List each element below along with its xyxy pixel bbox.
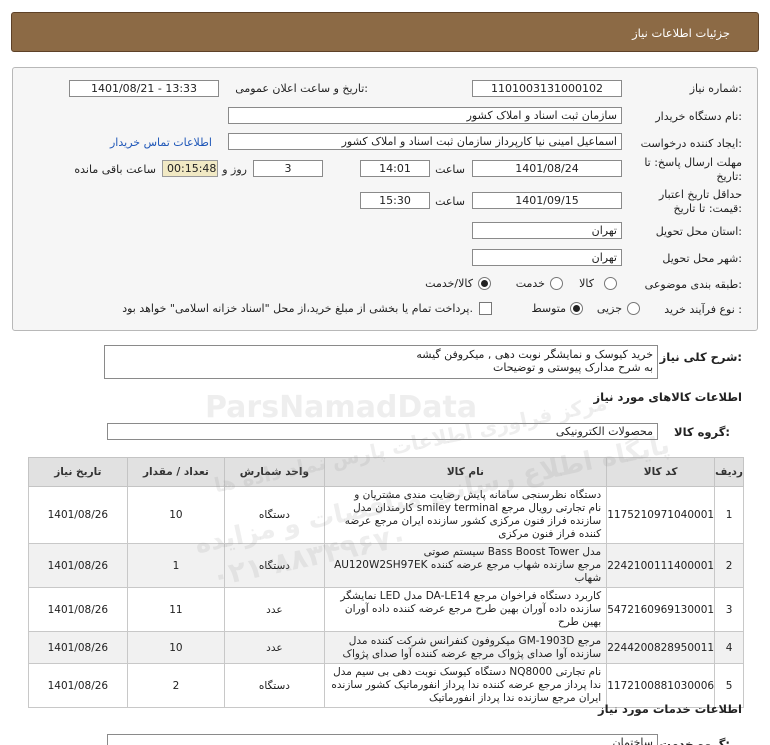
qty-cell: 1 <box>126 543 226 588</box>
goods-section-title: اطلاعات کالاهای مورد نیاز <box>593 390 742 404</box>
validity-time-field: 15:30 <box>360 192 430 209</box>
unit-cell: عدد <box>224 631 325 664</box>
item-code-cell: 1172100881030006 <box>606 663 716 708</box>
unit-cell: دستگاه <box>224 663 325 708</box>
item-name-cell: سیستم صوتی Bass Boost Tower مدل AU120W2S… <box>323 543 608 588</box>
services-section-title: اطلاعات خدمات مورد نیاز <box>598 702 742 716</box>
goods-table-header: تاریخ نیاز تعداد / مقدار واحد شمارش نام … <box>28 457 744 487</box>
remaining-time-label: ساعت باقی مانده <box>74 163 156 176</box>
table-row: 1401/08/26 1 دستگاه سیستم صوتی Bass Boos… <box>28 543 744 588</box>
deadline-time-label: ساعت <box>435 163 465 176</box>
deadline-date-field: 1401/08/24 <box>472 160 622 177</box>
description-line-1: خرید کیوسک و نمایشگر نوبت دهی , میکروفن … <box>416 348 653 361</box>
row-number-cell: 3 <box>714 587 744 632</box>
description-box: خرید کیوسک و نمایشگر نوبت دهی , میکروفن … <box>104 345 658 379</box>
days-remaining-field: 3 <box>253 160 323 177</box>
row-number-cell: 2 <box>714 543 744 588</box>
col-need-date: تاریخ نیاز <box>28 457 128 487</box>
creator-label: ایجاد کننده درخواست: <box>640 137 742 150</box>
province-label: استان محل تحویل: <box>655 225 742 238</box>
row-number-cell: 5 <box>714 663 744 708</box>
item-name-cell: دستگاه کیوسک نوبت دهی بی سیم مدل NQ8000 … <box>323 663 608 708</box>
category-radio-goods-service[interactable] <box>478 277 491 290</box>
treasury-payment-note: پرداخت تمام یا بخشی از مبلغ خرید،از محل … <box>122 302 473 315</box>
table-row: 1401/08/26 10 دستگاه دستگاه نظرسنجی ساما… <box>28 486 744 544</box>
announce-label: تاریخ و ساعت اعلان عمومی: <box>235 82 368 95</box>
item-code-cell: 5472160969130001 <box>606 587 716 632</box>
unit-cell: دستگاه <box>224 543 325 588</box>
col-row: ردیف <box>714 457 744 487</box>
qty-cell: 11 <box>126 587 226 632</box>
qty-cell: 10 <box>126 631 226 664</box>
announce-datetime-field: 1401/08/21 - 13:33 <box>69 80 219 97</box>
process-option-minor: جزیی <box>596 302 622 315</box>
qty-cell: 2 <box>126 663 226 708</box>
item-code-cell: 2244200828950011 <box>606 631 716 664</box>
category-label: طبقه بندی موضوعی: <box>644 278 742 291</box>
category-option-service: خدمت <box>515 277 545 290</box>
process-radio-medium[interactable] <box>570 302 583 315</box>
buyer-label: نام دستگاه خریدار: <box>655 110 742 123</box>
item-code-cell: 2242100111400001 <box>606 543 716 588</box>
days-label: روز و <box>222 163 247 176</box>
page-header: جزئیات اطلاعات نیاز <box>11 12 759 52</box>
validity-label-date: قیمت: تا تاریخ: <box>673 202 742 215</box>
description-label: شرح کلی نیاز: <box>659 350 742 364</box>
col-item-name: نام کالا <box>323 457 608 487</box>
category-option-goods-service: کالا/خدمت <box>425 277 473 290</box>
creator-field: اسماعیل امینی نیا کارپرداز سازمان ثبت اس… <box>228 133 622 150</box>
validity-label: حداقل تاریخ اعتبار <box>658 188 742 201</box>
unit-cell: دستگاه <box>224 486 325 544</box>
unit-cell: عدد <box>224 587 325 632</box>
item-code-cell: 1175210971040001 <box>606 486 716 544</box>
deadline-label: مهلت ارسال پاسخ: تا <box>644 156 742 169</box>
need-date-cell: 1401/08/26 <box>28 631 128 664</box>
qty-cell: 10 <box>126 486 226 544</box>
process-radio-minor[interactable] <box>627 302 640 315</box>
page-title: جزئیات اطلاعات نیاز <box>632 26 730 40</box>
goods-group-field: محصولات الکترونیکی <box>107 423 658 440</box>
need-date-cell: 1401/08/26 <box>28 486 128 544</box>
validity-date-field: 1401/09/15 <box>472 192 622 209</box>
city-field: تهران <box>472 249 622 266</box>
category-radio-goods[interactable] <box>604 277 617 290</box>
need-number-label: شماره نیاز: <box>689 82 742 95</box>
item-name-cell: دستگاه نظرسنجی سامانه پایش رضایت مندی مش… <box>323 486 608 544</box>
process-label: نوع فرآیند خرید : <box>664 303 742 316</box>
services-group-field: ساختمان <box>107 734 658 745</box>
watermark-brand: ParsNamadData <box>205 390 478 425</box>
treasury-payment-checkbox[interactable] <box>479 302 492 315</box>
services-group-label: گروه خدمت: <box>659 737 730 745</box>
need-date-cell: 1401/08/26 <box>28 587 128 632</box>
table-row: 1401/08/26 10 عدد میکروفون کنفرانس شرکت … <box>28 631 744 664</box>
need-date-cell: 1401/08/26 <box>28 663 128 708</box>
item-name-cell: نمایشگر LED مدل DA-LE14 کاربرد دستگاه فر… <box>323 587 608 632</box>
table-row: 1401/08/26 11 عدد نمایشگر LED مدل DA-LE1… <box>28 587 744 632</box>
remaining-time-field: 00:15:48 <box>162 160 218 177</box>
need-number-field: 1101003131000102 <box>472 80 622 97</box>
city-label: شهر محل تحویل: <box>662 252 742 265</box>
col-item-code: کد کالا <box>606 457 716 487</box>
buyer-contact-link[interactable]: اطلاعات تماس خریدار <box>110 136 212 149</box>
province-field: تهران <box>472 222 622 239</box>
col-quantity: تعداد / مقدار <box>126 457 226 487</box>
need-date-cell: 1401/08/26 <box>28 543 128 588</box>
row-number-cell: 4 <box>714 631 744 664</box>
buyer-field: سازمان ثبت اسناد و املاک کشور <box>228 107 622 124</box>
process-option-medium: متوسط <box>531 302 566 315</box>
category-option-goods: کالا <box>579 277 594 290</box>
deadline-label-date: تاریخ: <box>716 170 742 183</box>
goods-table: تاریخ نیاز تعداد / مقدار واحد شمارش نام … <box>28 457 744 708</box>
category-radio-service[interactable] <box>550 277 563 290</box>
col-unit: واحد شمارش <box>224 457 325 487</box>
item-name-cell: میکروفون کنفرانس شرکت کننده مدل GM-1903D… <box>323 631 608 664</box>
goods-group-label: گروه کالا: <box>674 425 730 439</box>
table-row: 1401/08/26 2 دستگاه دستگاه کیوسک نوبت ده… <box>28 663 744 708</box>
deadline-time-field: 14:01 <box>360 160 430 177</box>
validity-time-label: ساعت <box>435 195 465 208</box>
description-line-2: به شرح مدارک پیوستی و توضیحات <box>493 361 653 374</box>
row-number-cell: 1 <box>714 486 744 544</box>
